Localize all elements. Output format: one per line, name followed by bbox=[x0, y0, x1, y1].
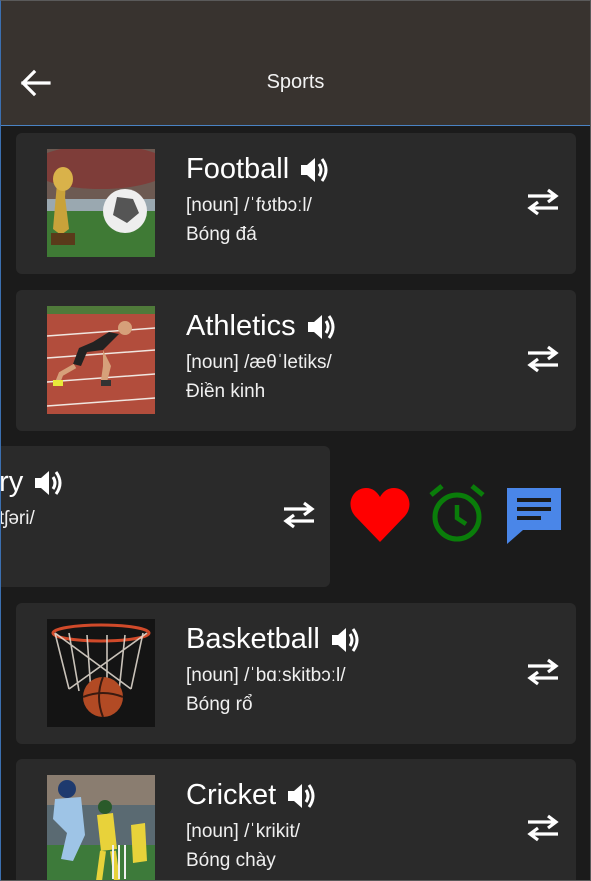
word-title: Cricket bbox=[186, 779, 318, 812]
app-bar: Sports bbox=[1, 1, 590, 126]
screen: Sports Football [noun] /ˈfʊtbɔːl/ Bóng đ… bbox=[0, 0, 591, 881]
swap-icon[interactable] bbox=[526, 344, 560, 374]
word-card-swiped[interactable]: ery ɑːtʃəri/ g bbox=[1, 446, 330, 587]
swap-icon[interactable] bbox=[526, 187, 560, 217]
word-card-football[interactable]: Football [noun] /ˈfʊtbɔːl/ Bóng đá bbox=[16, 133, 576, 274]
meaning-text: Điền kinh bbox=[186, 381, 266, 402]
alarm-clock-icon[interactable] bbox=[428, 483, 486, 545]
phonetic-text: [noun] /ˈbɑːskitbɔːl/ bbox=[186, 665, 346, 686]
speaker-icon[interactable] bbox=[330, 626, 362, 654]
word-text: Athletics bbox=[186, 310, 296, 342]
meaning-text: Bóng đá bbox=[186, 224, 257, 245]
cricket-image bbox=[47, 775, 155, 880]
word-card-cricket[interactable]: Cricket [noun] /ˈkrikit/ Bóng chày bbox=[16, 759, 576, 880]
speaker-icon[interactable] bbox=[306, 313, 338, 341]
speaker-icon[interactable] bbox=[299, 156, 331, 184]
meaning-text: Bóng chày bbox=[186, 850, 276, 871]
meaning-text: Bóng rổ bbox=[186, 694, 253, 715]
phonetic-text: [noun] /ˈkrikit/ bbox=[186, 821, 301, 842]
word-title: Athletics bbox=[186, 310, 338, 343]
basketball-image bbox=[47, 619, 155, 727]
swap-icon[interactable] bbox=[526, 813, 560, 843]
speaker-icon[interactable] bbox=[33, 469, 65, 497]
word-title: ery bbox=[1, 466, 65, 499]
phonetic-text: ɑːtʃəri/ bbox=[1, 508, 35, 529]
word-title: Football bbox=[186, 153, 331, 186]
swap-icon[interactable] bbox=[282, 500, 316, 530]
word-card-basketball[interactable]: Basketball [noun] /ˈbɑːskitbɔːl/ Bóng rổ bbox=[16, 603, 576, 744]
word-text: Football bbox=[186, 153, 290, 185]
speaker-icon[interactable] bbox=[286, 782, 318, 810]
message-icon[interactable] bbox=[503, 484, 565, 546]
phonetic-text: [noun] /æθˈletiks/ bbox=[186, 352, 332, 373]
athletics-image bbox=[47, 306, 155, 414]
heart-icon[interactable] bbox=[349, 486, 411, 544]
phonetic-text: [noun] /ˈfʊtbɔːl/ bbox=[186, 195, 312, 216]
word-title: Basketball bbox=[186, 623, 362, 656]
word-card-athletics[interactable]: Athletics [noun] /æθˈletiks/ Điền kinh bbox=[16, 290, 576, 431]
word-list[interactable]: Football [noun] /ˈfʊtbɔːl/ Bóng đá Athle… bbox=[1, 126, 590, 880]
football-image bbox=[47, 149, 155, 257]
word-text: Basketball bbox=[186, 623, 320, 655]
swap-icon[interactable] bbox=[526, 657, 560, 687]
page-title: Sports bbox=[266, 71, 325, 93]
word-text: Cricket bbox=[186, 779, 277, 811]
word-text: ery bbox=[1, 466, 24, 498]
